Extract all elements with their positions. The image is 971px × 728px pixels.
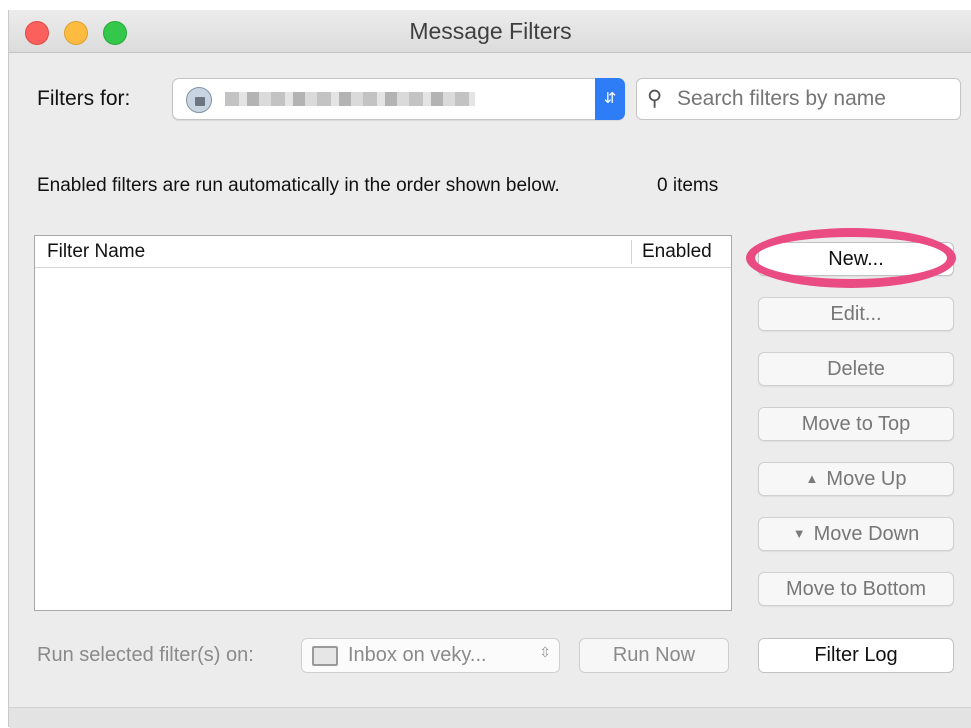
- column-divider: [631, 240, 632, 264]
- column-enabled[interactable]: Enabled: [642, 241, 712, 263]
- move-up-label: Move Up: [826, 468, 907, 490]
- folder-select-label: Inbox on veky...: [348, 644, 487, 666]
- mailbox-icon: [312, 646, 338, 666]
- move-down-label: Move Down: [813, 523, 920, 545]
- globe-lock-icon: [186, 87, 212, 113]
- up-down-chevron-icon: ⇳: [539, 644, 551, 660]
- filter-log-button[interactable]: Filter Log: [758, 638, 954, 673]
- move-down-button[interactable]: ▼ Move Down: [758, 517, 954, 551]
- move-to-bottom-button[interactable]: Move to Bottom: [758, 572, 954, 606]
- filters-description: Enabled filters are run automatically in…: [37, 175, 560, 196]
- column-filter-name[interactable]: Filter Name: [47, 241, 145, 263]
- item-count: 0 items: [657, 175, 719, 196]
- highlight-ellipse: [746, 228, 956, 288]
- run-now-button[interactable]: Run Now: [579, 638, 729, 673]
- window-bottom-bar: [9, 707, 971, 728]
- search-input[interactable]: [675, 84, 957, 114]
- triangle-down-icon: ▼: [792, 526, 806, 541]
- run-filters-label: Run selected filter(s) on:: [37, 644, 254, 666]
- triangle-up-icon: ▲: [805, 471, 819, 486]
- magnifier-icon: ⚲: [647, 87, 663, 110]
- filters-table[interactable]: Filter Name Enabled: [34, 235, 732, 611]
- account-select[interactable]: ⇵: [172, 78, 625, 120]
- up-down-chevron-icon[interactable]: ⇵: [595, 78, 625, 120]
- folder-select[interactable]: Inbox on veky... ⇳: [301, 638, 560, 673]
- edit-button[interactable]: Edit...: [758, 297, 954, 331]
- message-filters-window: Message Filters Filters for: ⇵ ⚲ Enabled…: [8, 10, 971, 728]
- move-up-button[interactable]: ▲ Move Up: [758, 462, 954, 496]
- move-to-top-button[interactable]: Move to Top: [758, 407, 954, 441]
- filters-for-label: Filters for:: [37, 87, 131, 110]
- table-header: Filter Name Enabled: [35, 236, 731, 268]
- search-field[interactable]: ⚲: [636, 78, 961, 120]
- title-bar: Message Filters: [9, 10, 971, 53]
- window-title: Message Filters: [409, 18, 572, 44]
- account-name-redacted: [225, 92, 475, 106]
- delete-button[interactable]: Delete: [758, 352, 954, 386]
